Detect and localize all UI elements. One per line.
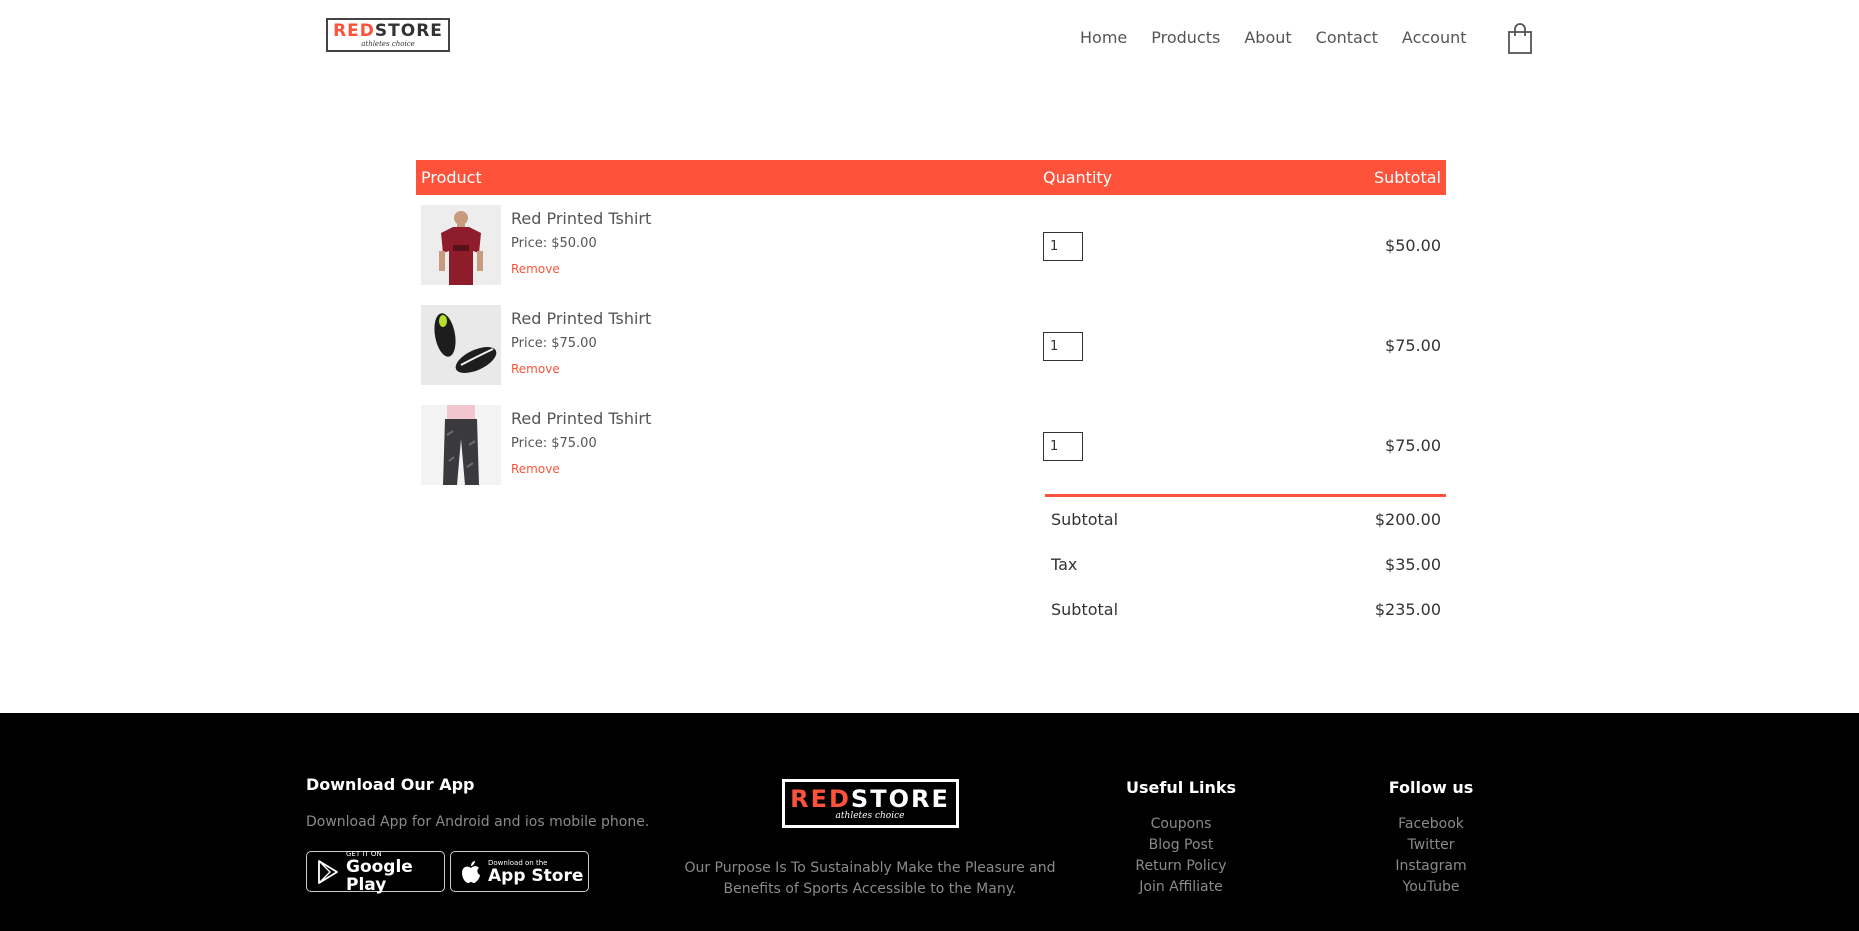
footer-link-return-policy[interactable]: Return Policy [1111, 856, 1251, 877]
totals-row-tax: Tax $35.00 [1045, 542, 1446, 587]
product-price: Price: $50.00 [511, 236, 597, 251]
google-play-icon [318, 859, 338, 884]
red-tshirt-image [421, 205, 501, 285]
footer-logo-tagline: athletes choice [835, 810, 905, 821]
totals-label: Subtotal [1051, 600, 1119, 619]
totals-label: Subtotal [1051, 510, 1119, 529]
app-store-badge[interactable]: Download on the App Store [450, 851, 589, 892]
row-subtotal: $75.00 [1385, 336, 1441, 355]
cart-table: Product Quantity Subtotal Red Printed Ts… [416, 160, 1446, 495]
footer-brand-section: REDSTORE athletes choice Our Purpose Is … [670, 779, 1070, 900]
quantity-input[interactable] [1043, 232, 1083, 261]
product-image [421, 205, 501, 285]
header: REDSTORE athletes choice Home Products A… [0, 0, 1859, 80]
product-name[interactable]: Red Printed Tshirt [511, 209, 651, 228]
remove-link[interactable]: Remove [511, 362, 560, 376]
footer-link-facebook[interactable]: Facebook [1361, 814, 1501, 835]
cart-totals: Subtotal $200.00 Tax $35.00 Subtotal $23… [1045, 494, 1446, 632]
footer-link-youtube[interactable]: YouTube [1361, 877, 1501, 898]
product-name[interactable]: Red Printed Tshirt [511, 409, 651, 428]
footer-link-join-affiliate[interactable]: Join Affiliate [1111, 877, 1251, 898]
remove-link[interactable]: Remove [511, 462, 560, 476]
apple-icon [462, 860, 480, 883]
totals-label: Tax [1051, 555, 1078, 574]
column-header-product: Product [421, 168, 482, 187]
footer-link-instagram[interactable]: Instagram [1361, 856, 1501, 877]
cart-table-header: Product Quantity Subtotal [416, 160, 1446, 195]
cart-row: Red Printed Tshirt Price: $75.00 Remove … [416, 295, 1446, 395]
logo-text: REDSTORE [333, 20, 443, 41]
google-play-big-text: Google Play [346, 856, 413, 895]
app-badges: GET IT ON Google Play Download on the Ap… [306, 850, 666, 895]
footer-link-blog-post[interactable]: Blog Post [1111, 835, 1251, 856]
column-header-quantity: Quantity [1043, 168, 1113, 187]
store-logo[interactable]: REDSTORE athletes choice [326, 18, 450, 52]
cart-row: Red Printed Tshirt Price: $50.00 Remove … [416, 195, 1446, 295]
main-nav: Home Products About Contact Account [1080, 28, 1491, 48]
totals-value: $235.00 [1374, 600, 1441, 619]
row-subtotal: $75.00 [1385, 436, 1441, 455]
footer-link-twitter[interactable]: Twitter [1361, 835, 1501, 856]
product-price: Price: $75.00 [511, 436, 597, 451]
remove-link[interactable]: Remove [511, 262, 560, 276]
row-subtotal: $50.00 [1385, 236, 1441, 255]
footer-useful-links: Useful Links Coupons Blog Post Return Po… [1111, 778, 1251, 898]
cart-row: Red Printed Tshirt Price: $75.00 Remove … [416, 395, 1446, 495]
follow-title: Follow us [1388, 778, 1474, 797]
nav-about[interactable]: About [1244, 28, 1291, 48]
product-price: Price: $75.00 [511, 336, 597, 351]
footer-logo: REDSTORE athletes choice [781, 779, 959, 828]
shopping-bag-icon[interactable] [1507, 23, 1533, 55]
footer: Download Our App Download App for Androi… [0, 713, 1859, 931]
google-play-badge[interactable]: GET IT ON Google Play [306, 850, 445, 895]
product-image [421, 405, 501, 485]
totals-row-total: Subtotal $235.00 [1045, 587, 1446, 632]
footer-follow-us: Follow us Facebook Twitter Instagram You… [1361, 778, 1501, 898]
totals-value: $200.00 [1374, 510, 1441, 529]
track-pants-image [421, 405, 501, 485]
product-name[interactable]: Red Printed Tshirt [511, 309, 651, 328]
app-store-big-text: App Store [488, 865, 584, 886]
quantity-input[interactable] [1043, 332, 1083, 361]
totals-row-subtotal: Subtotal $200.00 [1045, 497, 1446, 542]
purpose-text: Our Purpose Is To Sustainably Make the P… [684, 860, 1056, 897]
nav-products[interactable]: Products [1151, 28, 1220, 48]
logo-tagline: athletes choice [361, 39, 415, 48]
nav-home[interactable]: Home [1080, 28, 1127, 48]
footer-logo-text: REDSTORE [790, 784, 950, 813]
footer-download-section: Download Our App Download App for Androi… [306, 775, 666, 895]
footer-link-coupons[interactable]: Coupons [1111, 814, 1251, 835]
download-text: Download App for Android and ios mobile … [306, 814, 650, 830]
black-shoes-image [421, 305, 501, 385]
download-title: Download Our App [306, 775, 475, 794]
nav-contact[interactable]: Contact [1316, 28, 1378, 48]
totals-value: $35.00 [1385, 555, 1441, 574]
column-header-subtotal: Subtotal [1373, 168, 1441, 187]
useful-links-title: Useful Links [1125, 778, 1236, 797]
quantity-input[interactable] [1043, 432, 1083, 461]
product-image [421, 305, 501, 385]
nav-account[interactable]: Account [1402, 28, 1467, 48]
